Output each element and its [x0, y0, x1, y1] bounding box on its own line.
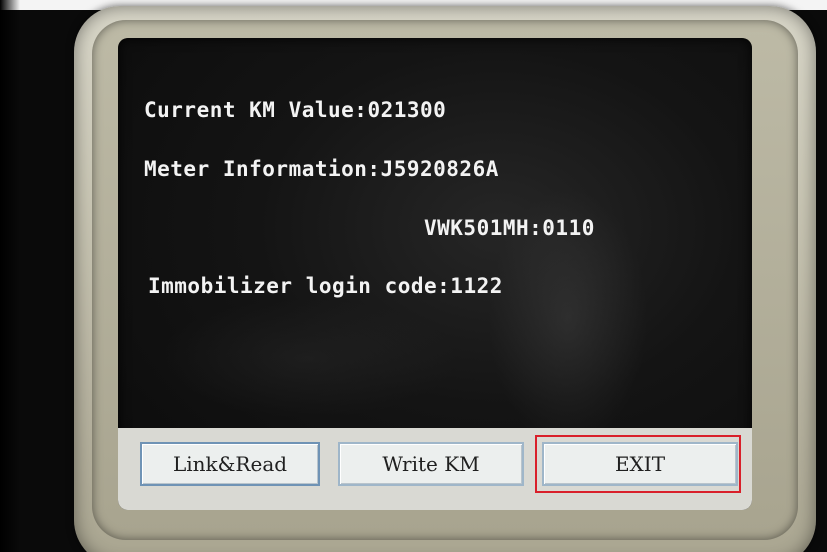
photo-left-shadow [0, 0, 20, 552]
meter-info-label: Meter Information: [144, 157, 381, 181]
current-km-label: Current KM Value: [144, 98, 368, 122]
write-km-button[interactable]: Write KM [338, 442, 524, 486]
screen-glare-secondary [158, 298, 458, 418]
photo-frame: Current KM Value:021300 Meter Informatio… [0, 0, 827, 552]
immobilizer-line: Immobilizer login code:1122 [148, 274, 503, 298]
meter-info-value: J5920826A [380, 157, 499, 181]
immobilizer-label: Immobilizer login code: [148, 274, 451, 298]
meter-model-value: VWK501MH:0110 [424, 216, 595, 240]
link-read-button[interactable]: Link&Read [140, 442, 320, 486]
meter-info-line: Meter Information:J5920826A [144, 157, 499, 181]
button-bar: Link&Read Write KM EXIT [118, 428, 752, 510]
current-km-value: 021300 [367, 98, 447, 122]
exit-button[interactable]: EXIT [542, 442, 738, 486]
meter-model-line: VWK501MH:0110 [424, 216, 595, 240]
device-screen: Current KM Value:021300 Meter Informatio… [118, 38, 752, 510]
current-km-line: Current KM Value:021300 [144, 98, 446, 122]
immobilizer-value: 1122 [450, 274, 503, 298]
